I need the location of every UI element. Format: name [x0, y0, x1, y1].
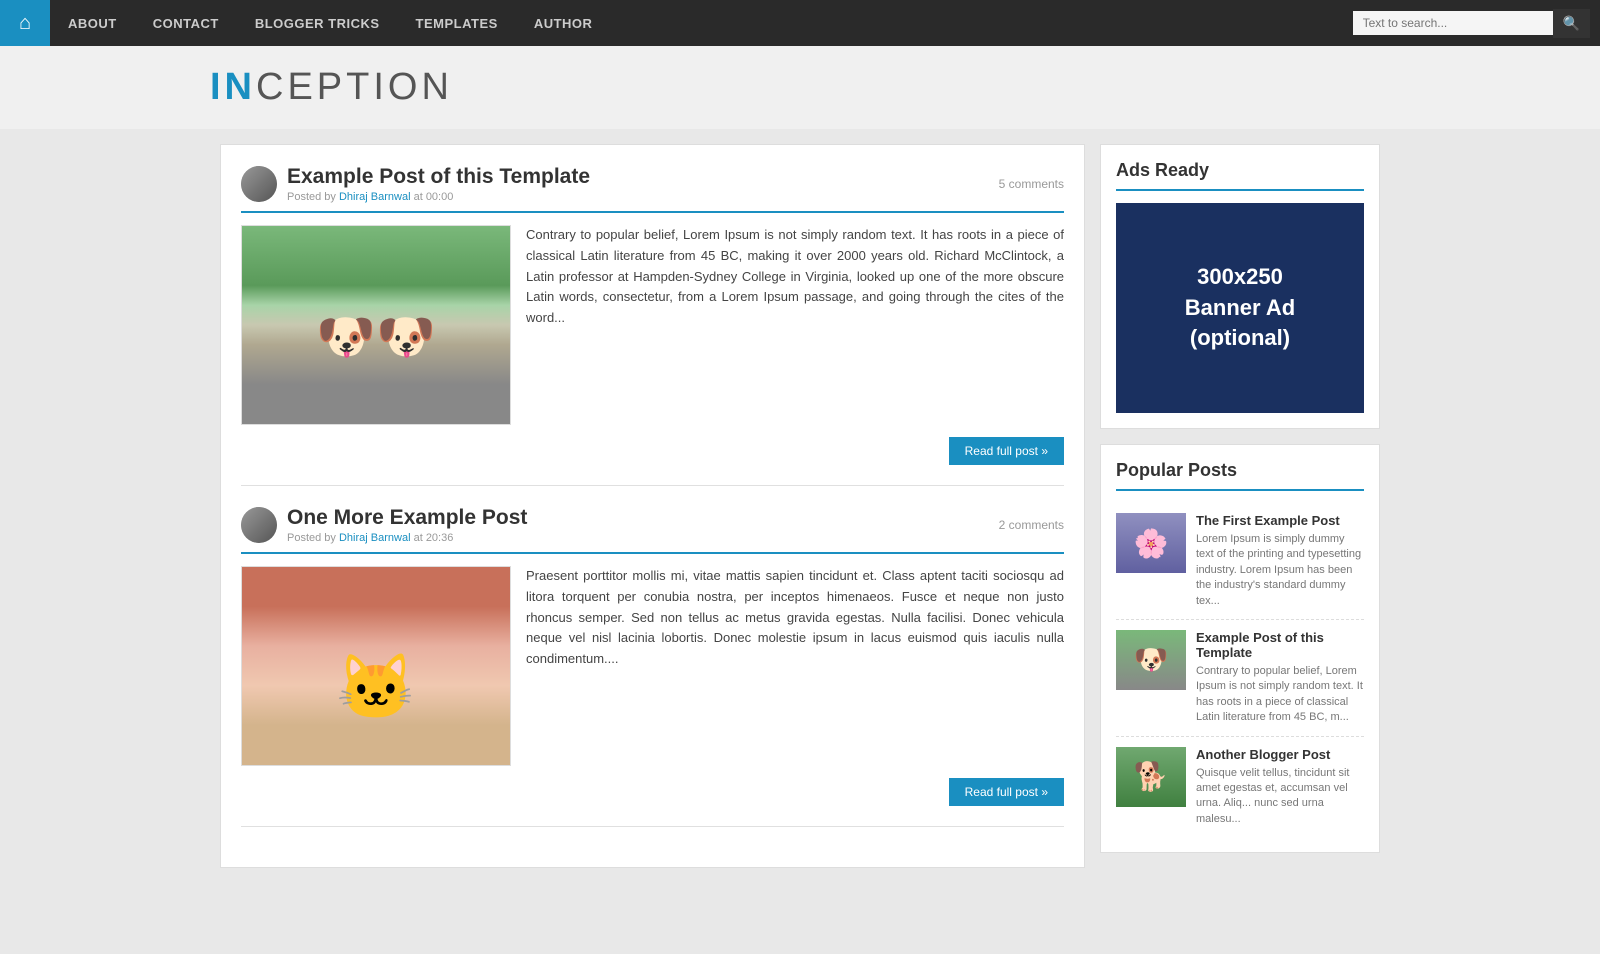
- post-1-at: at: [414, 191, 426, 203]
- nav-author[interactable]: AUTHOR: [516, 0, 611, 46]
- popular-post-1-thumb: 🌸: [1116, 513, 1186, 573]
- popular-post-1-excerpt: Lorem Ipsum is simply dummy text of the …: [1196, 532, 1364, 609]
- post-2-image: [241, 566, 511, 766]
- post-2-time: 20:36: [426, 532, 454, 544]
- ads-widget: Ads Ready 300x250 Banner Ad (optional): [1100, 144, 1380, 429]
- nav-about[interactable]: ABOUT: [50, 0, 135, 46]
- popular-post-3-thumb: 🐕: [1116, 747, 1186, 807]
- popular-posts-widget: Popular Posts 🌸 The First Example Post L…: [1100, 444, 1380, 853]
- popular-post-3-title[interactable]: Another Blogger Post: [1196, 747, 1364, 762]
- post-2-title: One More Example Post: [287, 506, 527, 530]
- popular-post-3-image: 🐕: [1116, 747, 1186, 807]
- popular-post-2-title[interactable]: Example Post of this Template: [1196, 630, 1364, 660]
- post-1-text: Contrary to popular belief, Lorem Ipsum …: [526, 225, 1064, 425]
- main-wrapper: Example Post of this Template Posted by …: [210, 129, 1390, 883]
- popular-posts-title: Popular Posts: [1116, 460, 1364, 491]
- banner-ad[interactable]: 300x250 Banner Ad (optional): [1116, 203, 1364, 413]
- post-1-author[interactable]: Dhiraj Barnwal: [339, 191, 411, 203]
- post-1-meta: Posted by Dhiraj Barnwal at 00:00: [287, 191, 590, 203]
- post-2-at: at: [414, 532, 426, 544]
- search-input[interactable]: [1353, 11, 1553, 35]
- logo-part2: CEPTION: [256, 66, 453, 108]
- sidebar: Ads Ready 300x250 Banner Ad (optional) P…: [1100, 144, 1380, 868]
- search-button[interactable]: 🔍: [1553, 9, 1590, 38]
- post-1-avatar: [241, 166, 277, 202]
- popular-post-1-text: The First Example Post Lorem Ipsum is si…: [1196, 513, 1364, 609]
- popular-post-2-image: 🐶: [1116, 630, 1186, 690]
- popular-post-3-text: Another Blogger Post Quisque velit tellu…: [1196, 747, 1364, 828]
- post-2-title-area: One More Example Post Posted by Dhiraj B…: [241, 506, 527, 544]
- post-2-meta: Posted by Dhiraj Barnwal at 20:36: [287, 532, 527, 544]
- popular-post-1-title[interactable]: The First Example Post: [1196, 513, 1364, 528]
- post-2-text: Praesent porttitor mollis mi, vitae matt…: [526, 566, 1064, 766]
- post-1-read-more-button[interactable]: Read full post »: [949, 437, 1064, 465]
- nav-blogger-tricks[interactable]: BLOGGER TRICKS: [237, 0, 398, 46]
- post-2-read-more-button[interactable]: Read full post »: [949, 778, 1064, 806]
- post-1-read-more-area: Read full post »: [241, 437, 1064, 465]
- post-1-body: Contrary to popular belief, Lorem Ipsum …: [241, 225, 1064, 425]
- banner-line1: 300x250: [1197, 262, 1283, 293]
- post-2: One More Example Post Posted by Dhiraj B…: [241, 506, 1064, 827]
- ads-title: Ads Ready: [1116, 160, 1364, 191]
- post-2-read-more-area: Read full post »: [241, 778, 1064, 806]
- popular-post-2: 🐶 Example Post of this Template Contrary…: [1116, 620, 1364, 737]
- post-2-avatar: [241, 507, 277, 543]
- post-2-author[interactable]: Dhiraj Barnwal: [339, 532, 411, 544]
- logo-area: INCEPTION: [0, 46, 1600, 129]
- nav-contact[interactable]: CONTACT: [135, 0, 237, 46]
- post-1-title-group: Example Post of this Template Posted by …: [287, 165, 590, 203]
- nav-templates[interactable]: TEMPLATES: [398, 0, 516, 46]
- popular-post-3: 🐕 Another Blogger Post Quisque velit tel…: [1116, 737, 1364, 838]
- post-1-comments: 5 comments: [999, 177, 1064, 191]
- popular-post-2-text: Example Post of this Template Contrary t…: [1196, 630, 1364, 726]
- search-area: 🔍: [1353, 9, 1600, 38]
- nav-links: ABOUT CONTACT BLOGGER TRICKS TEMPLATES A…: [50, 0, 610, 46]
- popular-post-2-excerpt: Contrary to popular belief, Lorem Ipsum …: [1196, 664, 1364, 726]
- logo-part1: IN: [210, 66, 256, 108]
- post-1-posted-by: Posted by: [287, 191, 336, 203]
- popular-post-3-excerpt: Quisque velit tellus, tincidunt sit amet…: [1196, 766, 1364, 828]
- post-1-header: Example Post of this Template Posted by …: [241, 165, 1064, 213]
- post-2-image-cat: [242, 567, 510, 765]
- home-icon: ⌂: [19, 12, 31, 35]
- popular-post-1: 🌸 The First Example Post Lorem Ipsum is …: [1116, 503, 1364, 620]
- post-1-image: [241, 225, 511, 425]
- post-2-body: Praesent porttitor mollis mi, vitae matt…: [241, 566, 1064, 766]
- post-2-posted-by: Posted by: [287, 532, 336, 544]
- post-2-comments: 2 comments: [999, 518, 1064, 532]
- post-1-image-dogs: [242, 226, 510, 424]
- post-1-title-area: Example Post of this Template Posted by …: [241, 165, 590, 203]
- popular-post-1-image: 🌸: [1116, 513, 1186, 573]
- post-1-title: Example Post of this Template: [287, 165, 590, 189]
- post-1: Example Post of this Template Posted by …: [241, 165, 1064, 486]
- popular-post-2-thumb: 🐶: [1116, 630, 1186, 690]
- banner-line2: Banner Ad: [1185, 293, 1295, 324]
- site-logo: INCEPTION: [210, 66, 1600, 109]
- banner-line3: (optional): [1190, 323, 1290, 354]
- home-button[interactable]: ⌂: [0, 0, 50, 46]
- post-1-time: 00:00: [426, 191, 454, 203]
- post-2-header: One More Example Post Posted by Dhiraj B…: [241, 506, 1064, 554]
- post-2-title-group: One More Example Post Posted by Dhiraj B…: [287, 506, 527, 544]
- navbar: ⌂ ABOUT CONTACT BLOGGER TRICKS TEMPLATES…: [0, 0, 1600, 46]
- content-area: Example Post of this Template Posted by …: [220, 144, 1085, 868]
